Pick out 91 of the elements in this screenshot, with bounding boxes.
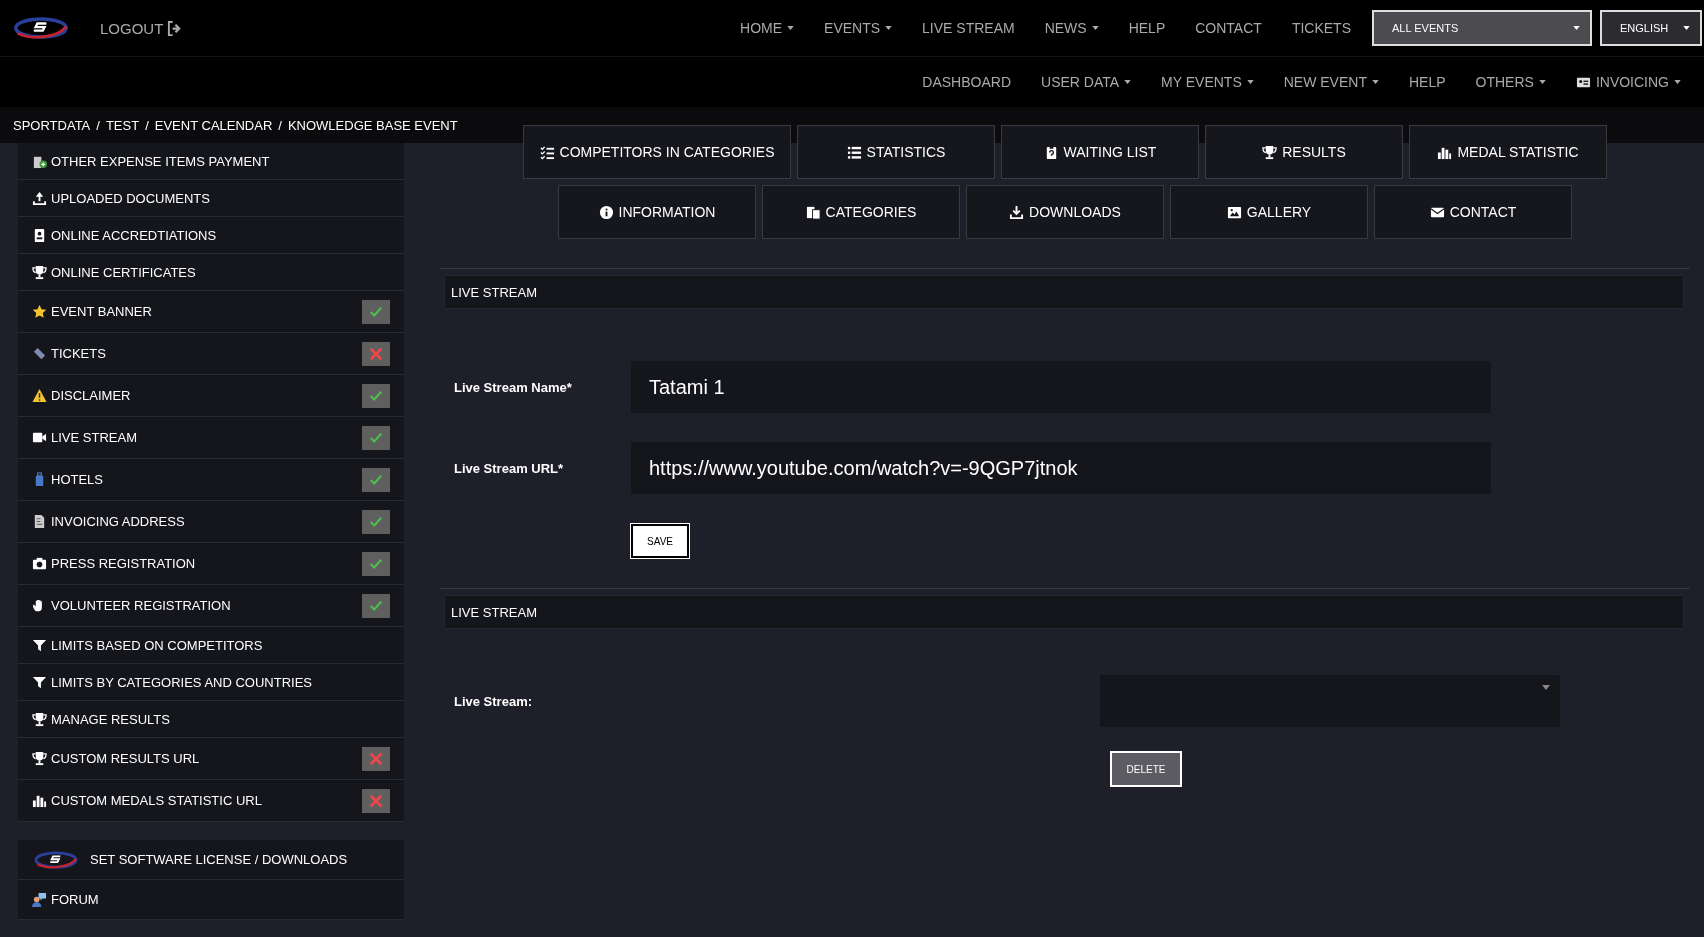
id-badge-icon bbox=[32, 227, 47, 243]
sidebar-item[interactable]: ONLINE CERTIFICATES bbox=[18, 254, 404, 291]
trophy-icon bbox=[32, 751, 47, 766]
sidebar-item[interactable]: CUSTOM MEDALS STATISTIC URL bbox=[18, 780, 404, 822]
select-field[interactable] bbox=[1100, 675, 1560, 727]
save-button[interactable]: SAVE bbox=[631, 524, 689, 558]
image-icon bbox=[1226, 204, 1242, 220]
nav-link[interactable]: NEW EVENT bbox=[1268, 74, 1394, 90]
field-label: Live Stream: bbox=[454, 693, 534, 709]
sidebar-item[interactable]: OTHER EXPENSE ITEMS PAYMENT bbox=[18, 143, 404, 180]
sidebar-item[interactable]: CUSTOM RESULTS URL bbox=[18, 738, 404, 780]
language-select[interactable]: ENGLISH bbox=[1600, 10, 1702, 46]
sidebar-item[interactable]: TICKETS bbox=[18, 333, 404, 375]
breadcrumb-link[interactable]: SPORTDATA bbox=[13, 117, 91, 133]
documents-icon bbox=[805, 204, 821, 220]
logout-link[interactable]: LOGOUT bbox=[100, 19, 183, 37]
upload-icon bbox=[32, 190, 47, 206]
breadcrumb-link[interactable]: EVENT CALENDAR bbox=[154, 117, 273, 133]
nav-link[interactable]: DASHBOARD bbox=[907, 74, 1026, 90]
download-icon bbox=[1009, 204, 1025, 220]
nav-link[interactable]: OTHERS bbox=[1460, 74, 1561, 90]
logout-icon bbox=[167, 20, 183, 36]
sidebar-item[interactable]: UPLOADED DOCUMENTS bbox=[18, 180, 404, 217]
sidebar-item[interactable]: LIMITS BY CATEGORIES AND COUNTRIES bbox=[18, 664, 404, 701]
nav-link[interactable]: HELP bbox=[1393, 74, 1461, 90]
nav-link[interactable]: INVOICING bbox=[1560, 74, 1696, 90]
breadcrumb-link[interactable]: KNOWLEDGE BASE EVENT bbox=[287, 117, 458, 133]
video-camera-icon bbox=[32, 430, 47, 445]
info-icon bbox=[598, 204, 614, 220]
nav-link[interactable]: CONTACT bbox=[1180, 20, 1277, 36]
caret-icon bbox=[1542, 685, 1550, 690]
nav-link[interactable]: NEWS bbox=[1029, 20, 1114, 36]
checklist-icon bbox=[539, 144, 555, 160]
sidebar-item[interactable]: ONLINE ACCREDTIATIONS bbox=[18, 217, 404, 254]
tab[interactable]: RESULTS bbox=[1205, 125, 1403, 179]
tab[interactable]: CONTACT bbox=[1374, 185, 1572, 239]
section-header: LIVE STREAM bbox=[444, 595, 1684, 629]
trophy-icon bbox=[1262, 144, 1278, 160]
field-label: Live Stream URL* bbox=[454, 460, 565, 476]
sidebar-item[interactable]: EVENT BANNER bbox=[18, 291, 404, 333]
breadcrumb-separator: / bbox=[145, 117, 149, 133]
tab[interactable]: CATEGORIES bbox=[762, 185, 960, 239]
nav-link[interactable]: EVENTS bbox=[809, 20, 908, 36]
trophy-icon bbox=[32, 264, 47, 280]
filter-icon bbox=[32, 674, 47, 690]
tab[interactable]: DOWNLOADS bbox=[966, 185, 1164, 239]
tab[interactable]: MEDAL STATISTIC bbox=[1409, 125, 1607, 179]
sidebar-item[interactable]: HOTELS bbox=[18, 459, 404, 501]
input-field[interactable]: Tatami 1 bbox=[631, 361, 1491, 413]
delete-button[interactable]: DELETE bbox=[1110, 751, 1182, 787]
bar-chart-icon bbox=[32, 793, 47, 808]
sidebar-item[interactable]: MANAGE RESULTS bbox=[18, 701, 404, 738]
sidebar-item[interactable]: VOLUNTEER REGISTRATION bbox=[18, 585, 404, 627]
tab[interactable]: STATISTICS bbox=[797, 125, 995, 179]
caret-icon bbox=[1683, 26, 1690, 30]
tab[interactable]: WAITING LIST bbox=[1001, 125, 1199, 179]
nav-link[interactable]: HOME bbox=[725, 20, 810, 36]
camera-icon bbox=[32, 556, 47, 571]
breadcrumb-link[interactable]: TEST bbox=[105, 117, 140, 133]
trophy-icon bbox=[32, 711, 47, 727]
sidebar-item[interactable]: DISCLAIMER bbox=[18, 375, 404, 417]
filter-icon bbox=[32, 637, 47, 653]
section-header: LIVE STREAM bbox=[444, 275, 1684, 309]
sidebar-item[interactable]: LIMITS BASED ON COMPETITORS bbox=[18, 627, 404, 664]
nav-link[interactable]: LIVE STREAM bbox=[907, 20, 1030, 36]
breadcrumb-separator: / bbox=[278, 117, 282, 133]
nav-link[interactable]: TICKETS bbox=[1276, 20, 1366, 36]
nav-link[interactable]: HELP bbox=[1113, 20, 1181, 36]
breadcrumb-separator: / bbox=[96, 117, 100, 133]
sidebar-item[interactable]: INVOICING ADDRESS bbox=[18, 501, 404, 543]
sidebar-item[interactable]: SET SOFTWARE LICENSE / DOWNLOADS bbox=[18, 840, 404, 880]
sidebar-item[interactable]: LIVE STREAM bbox=[18, 417, 404, 459]
caret-icon bbox=[1573, 26, 1580, 30]
logo-icon bbox=[14, 15, 68, 41]
input-field[interactable]: https://www.youtube.com/watch?v=-9QGP7jtnok bbox=[631, 442, 1491, 494]
tab[interactable]: INFORMATION bbox=[558, 185, 756, 239]
document-icon bbox=[32, 514, 47, 529]
star-icon bbox=[32, 304, 47, 319]
sidebar-item[interactable]: PRESS REGISTRATION bbox=[18, 543, 404, 585]
list-icon bbox=[846, 144, 862, 160]
ticket-icon bbox=[32, 346, 47, 361]
nav-link[interactable]: MY EVENTS bbox=[1146, 74, 1269, 90]
warning-icon bbox=[32, 388, 47, 403]
tab[interactable]: COMPETITORS IN CATEGORIES bbox=[523, 125, 791, 179]
nav-link[interactable]: USER DATA bbox=[1026, 74, 1147, 90]
tab[interactable]: GALLERY bbox=[1170, 185, 1368, 239]
field-label: Live Stream Name* bbox=[454, 379, 573, 395]
chat-person-icon bbox=[32, 892, 47, 907]
event-select[interactable]: ALL EVENTS bbox=[1372, 10, 1592, 46]
sidebar-item[interactable]: FORUM bbox=[18, 880, 404, 920]
logo-icon bbox=[32, 849, 80, 870]
